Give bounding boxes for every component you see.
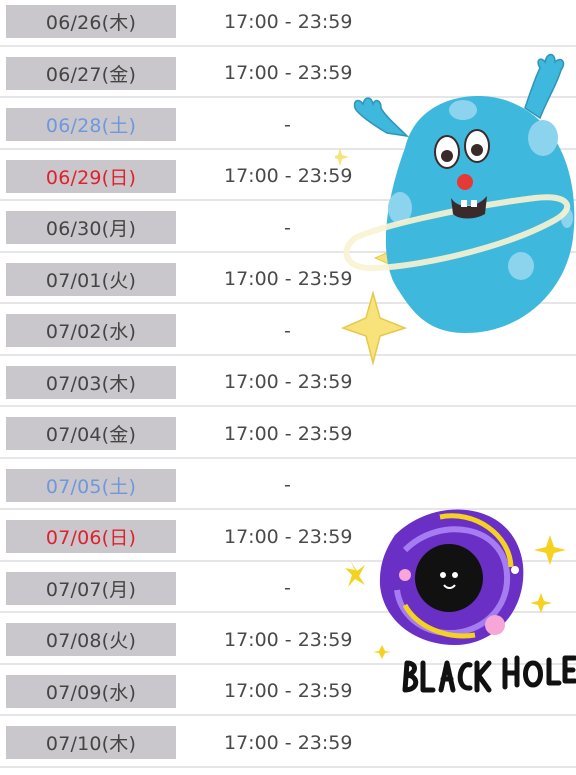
time-label: - — [284, 474, 291, 496]
time-label: - — [284, 319, 291, 342]
schedule-row: 07/02(水) - — [0, 304, 576, 356]
schedule-row: 07/05(土) - — [0, 459, 576, 510]
schedule-row: 06/30(月) - — [0, 201, 576, 253]
date-label: 07/01(火) — [6, 262, 176, 296]
date-label: 07/04(金) — [6, 417, 176, 450]
time-label: 17:00 - 23:59 — [224, 371, 353, 393]
date-label: 07/10(木) — [6, 726, 176, 759]
date-label: 06/27(金) — [6, 56, 176, 90]
schedule-row: 07/04(金) 17:00 - 23:59 — [0, 407, 576, 459]
schedule-row: 06/28(土) - — [0, 98, 576, 150]
schedule-row: 07/06(日) 17:00 - 23:59 — [0, 510, 576, 562]
time-label: 17:00 - 23:59 — [224, 422, 353, 445]
schedule-page: 06/26(木) 17:00 - 23:59 06/27(金) 17:00 - 23:… — [0, 0, 576, 775]
time-label: 17:00 - 23:59 — [224, 268, 353, 290]
schedule-row: 06/29(日) 17:00 - 23:59 — [0, 150, 576, 201]
schedule-row: 07/01(火) 17:00 - 23:59 — [0, 253, 576, 304]
time-label: 17:00 - 23:59 — [224, 731, 353, 754]
date-label: 06/29(日) — [6, 159, 176, 193]
time-label: - — [284, 216, 291, 239]
schedule-row: 07/10(木) 17:00 - 23:59 — [0, 716, 576, 768]
schedule-row: 07/03(木) 17:00 - 23:59 — [0, 356, 576, 407]
time-label: 17:00 - 23:59 — [224, 165, 353, 187]
time-label: - — [284, 113, 291, 136]
schedule-row: 06/26(木) 17:00 - 23:59 — [0, 0, 576, 47]
time-label: - — [284, 577, 291, 599]
schedule-row: 06/27(金) 17:00 - 23:59 — [0, 47, 576, 98]
date-label: 07/07(月) — [6, 571, 176, 605]
date-label: 07/05(土) — [6, 468, 176, 502]
date-label: 07/09(水) — [6, 674, 176, 708]
time-label: 17:00 - 23:59 — [224, 525, 353, 548]
date-label: 06/26(木) — [6, 5, 176, 38]
date-label: 07/08(火) — [6, 623, 176, 656]
time-label: 17:00 - 23:59 — [224, 10, 353, 33]
schedule-row: 07/09(水) 17:00 - 23:59 — [0, 665, 576, 716]
date-label: 07/06(日) — [6, 520, 176, 553]
date-label: 07/02(水) — [6, 314, 176, 347]
schedule-row: 07/07(月) - — [0, 562, 576, 613]
time-label: 17:00 - 23:59 — [224, 680, 353, 702]
date-label: 06/30(月) — [6, 211, 176, 244]
time-label: 17:00 - 23:59 — [224, 628, 353, 651]
schedule-row: 07/08(火) 17:00 - 23:59 — [0, 613, 576, 665]
date-label: 06/28(土) — [6, 108, 176, 141]
date-label: 07/03(木) — [6, 365, 176, 399]
schedule-list: 06/26(木) 17:00 - 23:59 06/27(金) 17:00 - 23:… — [0, 0, 576, 768]
time-label: 17:00 - 23:59 — [224, 62, 353, 84]
